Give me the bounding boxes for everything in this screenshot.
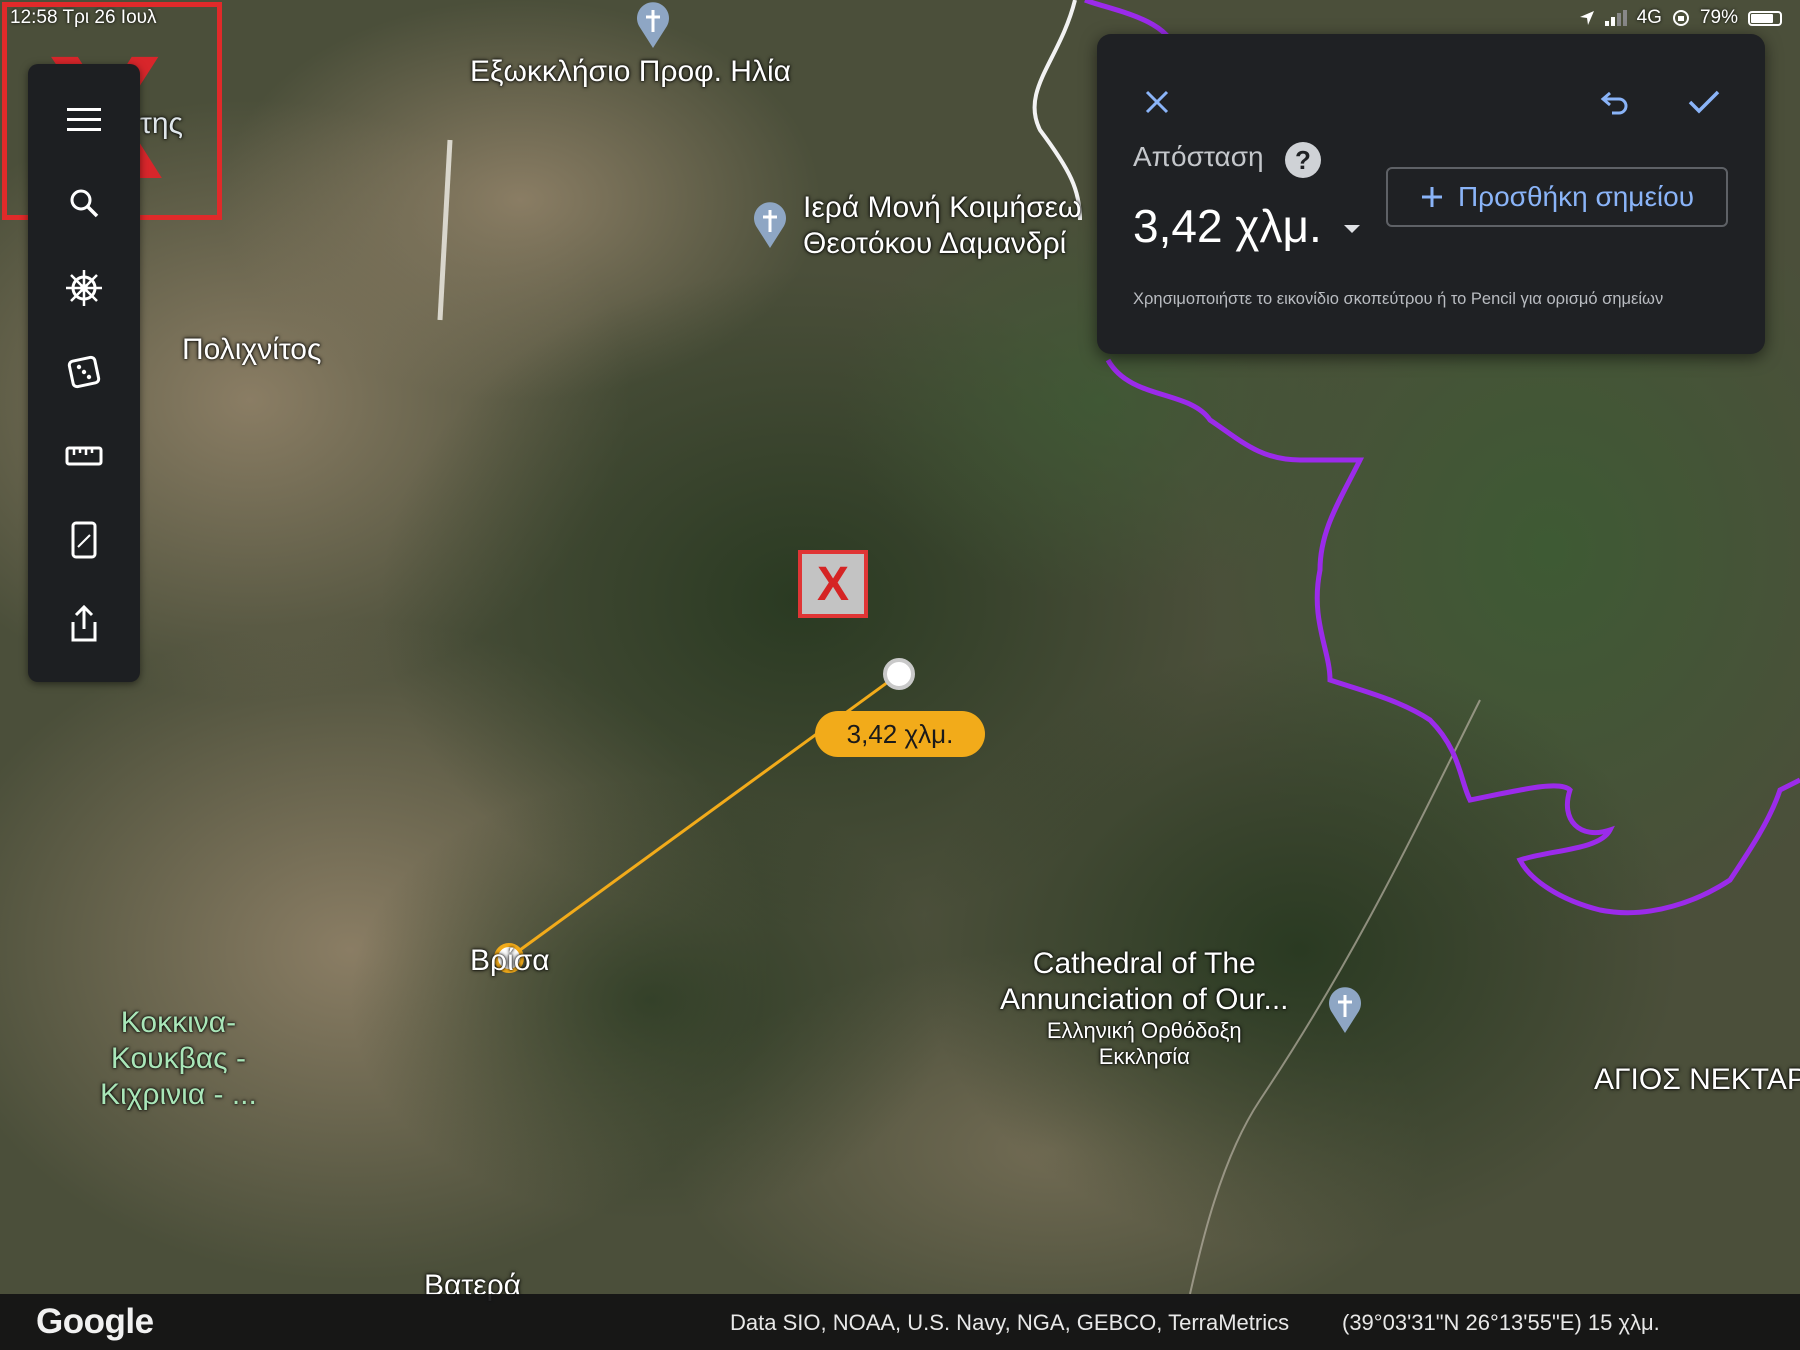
measure-button[interactable]: [54, 426, 114, 486]
confirm-button[interactable]: [1679, 77, 1729, 127]
help-icon[interactable]: ?: [1285, 142, 1321, 178]
check-icon: [1688, 90, 1720, 114]
add-point-label: Προσθήκη σημείου: [1457, 181, 1695, 212]
google-logo: Google: [36, 1302, 154, 1341]
add-point-button[interactable]: Προσθήκη σημείου: [1386, 167, 1728, 227]
label-chapel[interactable]: Εξωκκλήσιο Προφ. Ηλία: [470, 54, 791, 90]
search-icon: [70, 189, 99, 218]
share-icon: [71, 605, 97, 642]
label-cathedral-sub1: Ελληνική Ορθόδοξη: [1046, 1018, 1242, 1043]
label-agios[interactable]: ΑΓΙΟΣ ΝΕΚΤΑΡ: [1594, 1062, 1800, 1098]
label-kokkina-line1: Κοκκινα-: [120, 1006, 237, 1039]
distance-badge: 3,42 χλμ.: [815, 711, 985, 757]
battery-percent: 79%: [1699, 7, 1738, 28]
label-vrisa[interactable]: Βρίσα: [470, 943, 550, 979]
random-button[interactable]: [54, 342, 114, 402]
undo-icon: [1600, 91, 1628, 115]
panel-hint: Χρησιμοποιήστε το εικονίδιο σκοπεύτρου ή…: [1133, 290, 1664, 308]
device-icon: [71, 521, 97, 559]
status-right: 4G 79%: [1579, 7, 1782, 29]
undo-button[interactable]: [1590, 77, 1640, 127]
label-cathedral[interactable]: Cathedral of The Annunciation of Our... …: [1000, 946, 1289, 1071]
church-pin-icon[interactable]: [1325, 985, 1365, 1035]
label-monastery-line1: Ιερά Μονή Κοιμήσεω: [803, 191, 1082, 224]
plus-icon: [1421, 187, 1442, 207]
bottom-bar: Google Data SIO, NOAA, U.S. Navy, NGA, G…: [0, 1294, 1800, 1350]
label-polichnitos[interactable]: Πολιχνίτος: [182, 332, 321, 368]
network-type: 4G: [1636, 7, 1662, 28]
label-kokkina[interactable]: Κοκκινα- Κουκβας - Κιχρινια - ...: [100, 1005, 257, 1113]
label-kokkina-line3: Κιχρινια - ...: [100, 1078, 257, 1111]
share-button[interactable]: [54, 594, 114, 654]
device-button[interactable]: [54, 510, 114, 570]
close-button[interactable]: [1132, 77, 1182, 127]
label-cathedral-line2: Annunciation of Our...: [1000, 983, 1289, 1016]
menu-icon: [67, 108, 101, 131]
left-toolbar: [28, 64, 140, 682]
voyager-wheel-icon: [66, 270, 102, 306]
unit-dropdown[interactable]: [1337, 214, 1367, 244]
chevron-down-icon: [1344, 225, 1360, 233]
battery-level: [1751, 13, 1773, 23]
measure-end-point[interactable]: [883, 658, 915, 690]
label-kokkina-line2: Κουκβας -: [110, 1042, 246, 1075]
label-cathedral-sub2: Εκκλησία: [1098, 1044, 1190, 1070]
status-bar: 12:58 Τρι 26 Ιουλ 4G 79%: [0, 0, 1800, 36]
close-icon: [1145, 90, 1169, 114]
search-button[interactable]: [54, 173, 114, 233]
location-arrow-icon: [1579, 11, 1594, 25]
distance-value: 3,42 χλμ.: [1133, 200, 1322, 252]
measure-panel: Απόσταση ? 3,42 χλμ. Προσθήκη σημείου Χρ…: [1097, 34, 1765, 354]
label-monastery-line2: Θεοτόκου Δαμανδρί: [803, 227, 1067, 260]
x-marker[interactable]: X: [798, 550, 868, 618]
voyager-button[interactable]: [54, 258, 114, 318]
orientation-lock-icon: [1672, 10, 1689, 26]
data-attribution[interactable]: Data SIO, NOAA, U.S. Navy, NGA, GEBCO, T…: [730, 1310, 1289, 1336]
coordinates-readout: (39°03'31"N 26°13'55"E) 15 χλμ.: [1342, 1310, 1660, 1335]
church-pin-icon[interactable]: [750, 200, 790, 250]
battery-icon: [1748, 10, 1782, 26]
distance-label: Απόσταση: [1133, 141, 1264, 172]
signal-icon: [1604, 10, 1627, 26]
label-cathedral-line1: Cathedral of The: [1032, 947, 1256, 980]
dice-icon: [67, 355, 101, 389]
label-monastery[interactable]: Ιερά Μονή Κοιμήσεω Θεοτόκου Δαμανδρί: [803, 190, 1081, 262]
menu-button[interactable]: [54, 90, 114, 150]
ruler-icon: [65, 446, 103, 466]
